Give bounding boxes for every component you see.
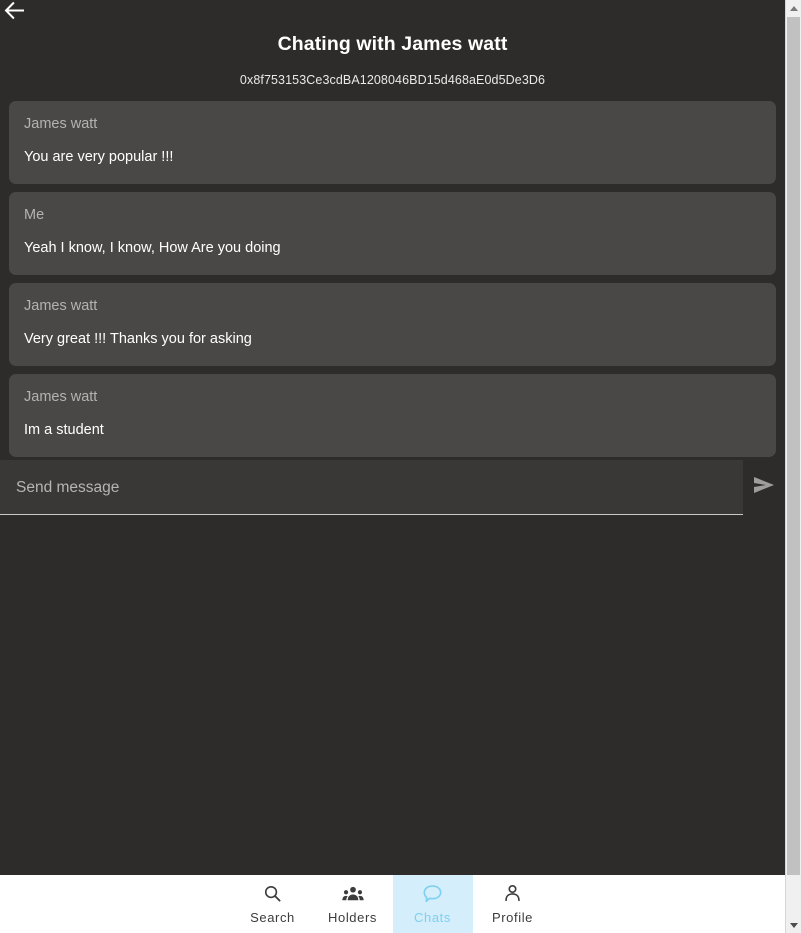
message-bubble[interactable]: James watt Im a student (9, 374, 776, 457)
message-sender: James watt (24, 389, 98, 405)
scrollbar-thumb[interactable] (787, 17, 800, 875)
bottom-navigation: Search Holders Chats Profile (0, 875, 785, 933)
scroll-down-arrow-icon (789, 922, 798, 928)
message-text: You are very popular !!! (24, 149, 174, 165)
message-bubble[interactable]: James watt You are very popular !!! (9, 101, 776, 184)
nav-label: Chats (414, 909, 451, 925)
input-underline (0, 514, 743, 515)
search-icon (263, 884, 282, 904)
nav-item-chats[interactable]: Chats (392, 875, 473, 933)
message-text: Yeah I know, I know, How Are you doing (24, 240, 281, 256)
arrow-left-icon (2, 0, 28, 23)
nav-label: Holders (328, 909, 377, 925)
message-text: Im a student (24, 422, 104, 438)
message-sender: James watt (24, 116, 98, 132)
people-group-icon (341, 884, 364, 904)
send-paper-plane-icon (751, 474, 777, 501)
chat-bubble-icon (422, 884, 443, 904)
nav-item-profile[interactable]: Profile (473, 875, 553, 933)
message-bubble[interactable]: Me Yeah I know, I know, How Are you doin… (9, 192, 776, 275)
nav-item-search[interactable]: Search (233, 875, 313, 933)
message-input[interactable] (0, 460, 743, 515)
scroll-up-arrow-icon (789, 5, 798, 11)
scroll-up-button[interactable] (786, 0, 801, 16)
nav-item-holders[interactable]: Holders (313, 875, 393, 933)
back-button[interactable] (2, 0, 32, 24)
vertical-scrollbar[interactable] (785, 0, 801, 933)
message-sender: James watt (24, 298, 98, 314)
chat-app-window: Chating with James watt 0x8f753153Ce3cdB… (0, 0, 801, 933)
message-composer (0, 460, 785, 515)
message-list: James watt You are very popular !!! Me Y… (0, 101, 785, 457)
send-button[interactable] (743, 460, 785, 515)
scroll-down-button[interactable] (786, 917, 801, 933)
chat-header: Chating with James watt 0x8f753153Ce3cdB… (0, 0, 785, 88)
nav-label: Profile (491, 909, 534, 925)
page-title: Chating with James watt (277, 33, 508, 55)
message-bubble[interactable]: James watt Very great !!! Thanks you for… (9, 283, 776, 366)
nav-label: Search (250, 909, 295, 925)
chat-viewport: Chating with James watt 0x8f753153Ce3cdB… (0, 0, 785, 933)
message-input-wrapper (0, 460, 743, 515)
wallet-address: 0x8f753153Ce3cdBA1208046BD15d468aE0d5De3… (239, 73, 546, 87)
person-icon (503, 884, 522, 904)
message-sender: Me (24, 207, 45, 223)
message-text: Very great !!! Thanks you for asking (24, 331, 252, 347)
